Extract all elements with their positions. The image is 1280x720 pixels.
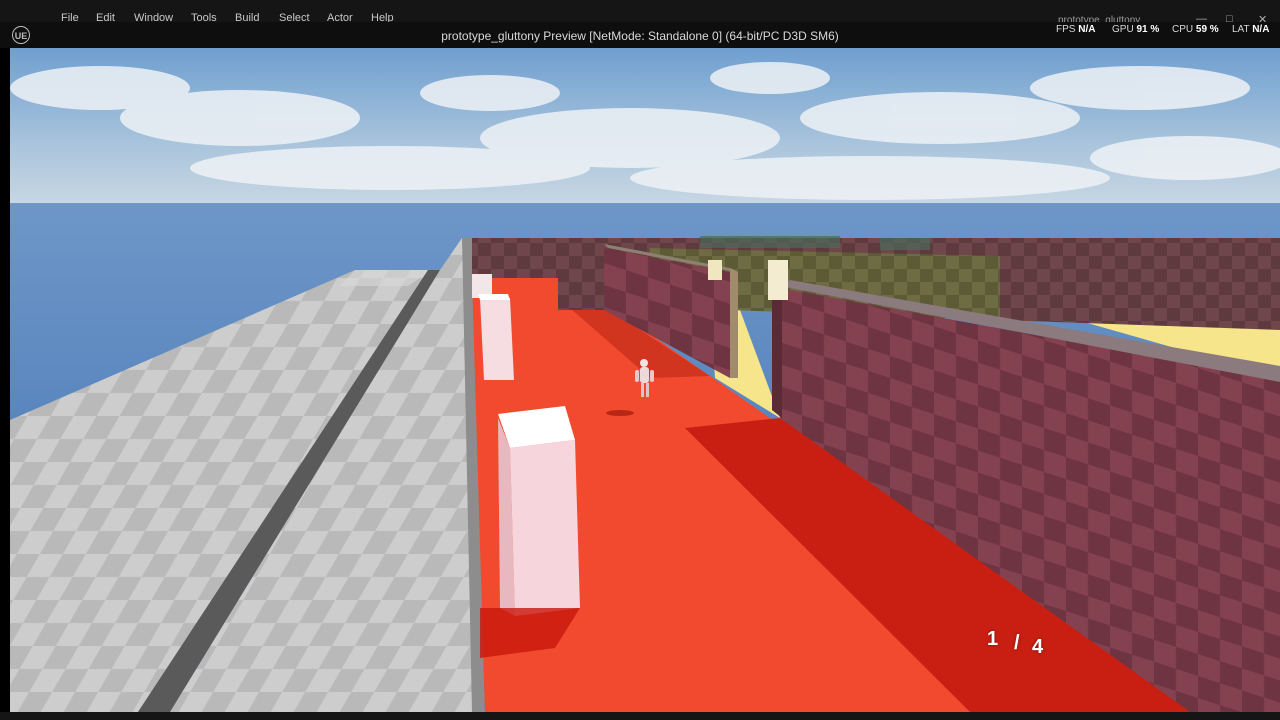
gpu-label: GPU bbox=[1112, 24, 1134, 35]
cpu-stat: CPU 59 % bbox=[1172, 24, 1219, 35]
lat-stat: LAT N/A bbox=[1232, 24, 1269, 35]
right-back-wall bbox=[1000, 246, 1280, 330]
game-scene bbox=[10, 48, 1280, 712]
cpu-value: 59 % bbox=[1195, 24, 1219, 35]
counter-current: 1 bbox=[987, 628, 999, 650]
fps-label: FPS bbox=[1056, 24, 1076, 35]
gpu-value: 91 % bbox=[1136, 24, 1160, 35]
gpu-stat: GPU 91 % bbox=[1112, 24, 1159, 35]
fps-value: N/A bbox=[1078, 24, 1096, 35]
lat-label: LAT bbox=[1232, 24, 1250, 35]
menu-bar: File Edit Window Tools Build Select Acto… bbox=[0, 0, 1280, 26]
cpu-label: CPU bbox=[1172, 24, 1194, 35]
game-viewport[interactable]: 1 / 4 bbox=[10, 48, 1280, 712]
lat-value: N/A bbox=[1252, 24, 1270, 35]
inner-wall-left bbox=[558, 244, 610, 310]
counter-total: 4 bbox=[1032, 636, 1044, 658]
counter-separator: / bbox=[1014, 632, 1020, 654]
fps-stat: FPS N/A bbox=[1056, 24, 1095, 35]
bottom-toolbar bbox=[0, 712, 1280, 720]
